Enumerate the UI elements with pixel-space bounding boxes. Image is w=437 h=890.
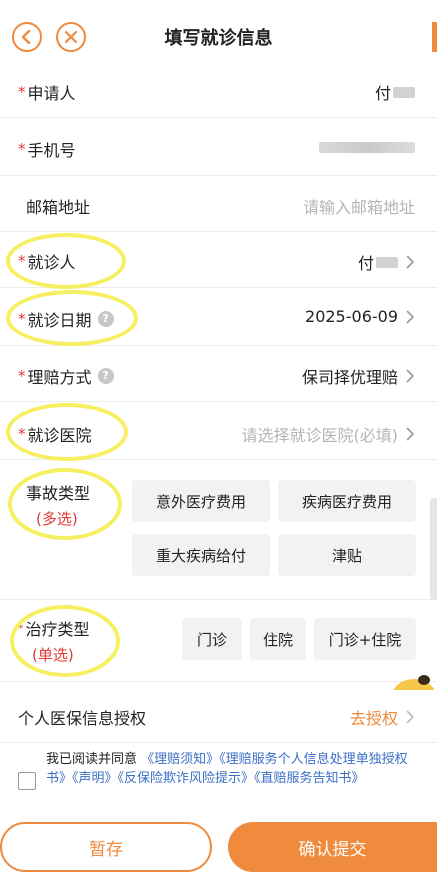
- treatment-type-label: 治疗类型: [25, 620, 90, 639]
- chevron-right-icon: [406, 427, 414, 441]
- email-label: 邮箱地址: [26, 198, 91, 217]
- required-mark: *: [18, 140, 26, 158]
- patient-row[interactable]: * 就诊人 付: [0, 232, 437, 288]
- insurance-auth-row[interactable]: 个人医保信息授权 去授权: [0, 690, 437, 742]
- phone-label: 手机号: [27, 141, 76, 160]
- chevron-right-icon: [406, 710, 414, 724]
- required-mark: *: [18, 425, 26, 443]
- accident-option-accident-medical[interactable]: 意外医疗费用: [132, 480, 270, 522]
- link-anti-fraud[interactable]: 《反保险欺诈风险提示》: [118, 771, 255, 786]
- visit-date-label: 就诊日期: [27, 311, 92, 330]
- accident-option-illness-medical[interactable]: 疾病医疗费用: [278, 480, 416, 522]
- applicant-row: * 申请人 付: [0, 62, 437, 118]
- required-mark: *: [18, 83, 26, 101]
- section-divider: [0, 742, 437, 743]
- treatment-option-outpatient[interactable]: 门诊: [182, 618, 242, 660]
- treatment-type-label-group: * 治疗类型 (单选): [18, 616, 90, 665]
- claim-method-label: 理赔方式: [27, 368, 92, 387]
- agreement-prefix: 我已阅读并同意: [46, 752, 138, 767]
- save-draft-button[interactable]: 暂存: [0, 822, 212, 872]
- link-direct-pay-notice[interactable]: 《直赔服务告知书》: [254, 771, 365, 786]
- accident-option-critical-illness[interactable]: 重大疾病给付: [132, 534, 270, 576]
- applicant-value: 付: [374, 84, 391, 103]
- submit-button[interactable]: 确认提交: [228, 822, 437, 872]
- email-input[interactable]: 请输入邮箱地址: [303, 194, 415, 218]
- accident-type-label-group: 事故类型 (多选): [26, 480, 90, 529]
- required-mark: *: [18, 367, 26, 385]
- patient-label: 就诊人: [27, 253, 76, 272]
- help-icon[interactable]: ?: [97, 368, 114, 384]
- accident-type-section: 事故类型 (多选) 意外医疗费用 疾病医疗费用 重大疾病给付 津贴: [0, 460, 437, 600]
- hospital-select[interactable]: 请选择就诊医院(必填): [242, 422, 399, 446]
- help-icon[interactable]: ?: [97, 311, 114, 327]
- accident-type-sublabel: (多选): [36, 510, 78, 528]
- chevron-right-icon: [406, 255, 414, 269]
- edge-tab[interactable]: [432, 22, 437, 52]
- masked-phone: [319, 142, 415, 153]
- visit-date-value: 2025-06-09: [305, 307, 398, 326]
- accident-option-allowance[interactable]: 津贴: [278, 534, 416, 576]
- phone-row: * 手机号: [0, 118, 437, 176]
- hospital-label: 就诊医院: [27, 426, 92, 445]
- link-claim-notice[interactable]: 《理赔须知》: [141, 752, 219, 767]
- agreement-text: 我已阅读并同意 《理赔须知》《理赔服务个人信息处理单独授权书》《声明》《反保险欺…: [46, 750, 418, 788]
- treatment-type-sublabel: (单选): [32, 646, 74, 664]
- required-mark: *: [18, 621, 24, 635]
- hospital-row[interactable]: * 就诊医院 请选择就诊医院(必填): [0, 402, 437, 460]
- treatment-option-both[interactable]: 门诊+住院: [314, 618, 416, 660]
- chevron-right-icon: [406, 310, 414, 323]
- chevron-right-icon: [406, 369, 414, 383]
- link-statement[interactable]: 《声明》: [72, 771, 118, 786]
- email-row[interactable]: 邮箱地址 请输入邮箱地址: [0, 176, 437, 232]
- treatment-option-inpatient[interactable]: 住院: [250, 618, 306, 660]
- masked-name: [376, 256, 398, 268]
- authorize-link[interactable]: 去授权: [350, 705, 398, 729]
- treatment-type-section: * 治疗类型 (单选) 门诊 住院 门诊+住院: [0, 600, 437, 682]
- page-title: 填写就诊信息: [164, 28, 273, 49]
- visit-date-row[interactable]: * 就诊日期 ? 2025-06-09: [0, 288, 437, 346]
- claim-method-value: 保司择优理赔: [301, 368, 398, 387]
- insurance-auth-label: 个人医保信息授权: [18, 709, 147, 728]
- masked-name: [393, 86, 415, 98]
- accident-type-label: 事故类型: [26, 484, 91, 503]
- applicant-label: 申请人: [27, 84, 76, 103]
- agree-checkbox[interactable]: [18, 772, 36, 790]
- patient-value: 付: [357, 254, 374, 273]
- required-mark: *: [18, 252, 26, 270]
- required-mark: *: [18, 310, 26, 328]
- claim-method-row[interactable]: * 理赔方式 ? 保司择优理赔: [0, 346, 437, 402]
